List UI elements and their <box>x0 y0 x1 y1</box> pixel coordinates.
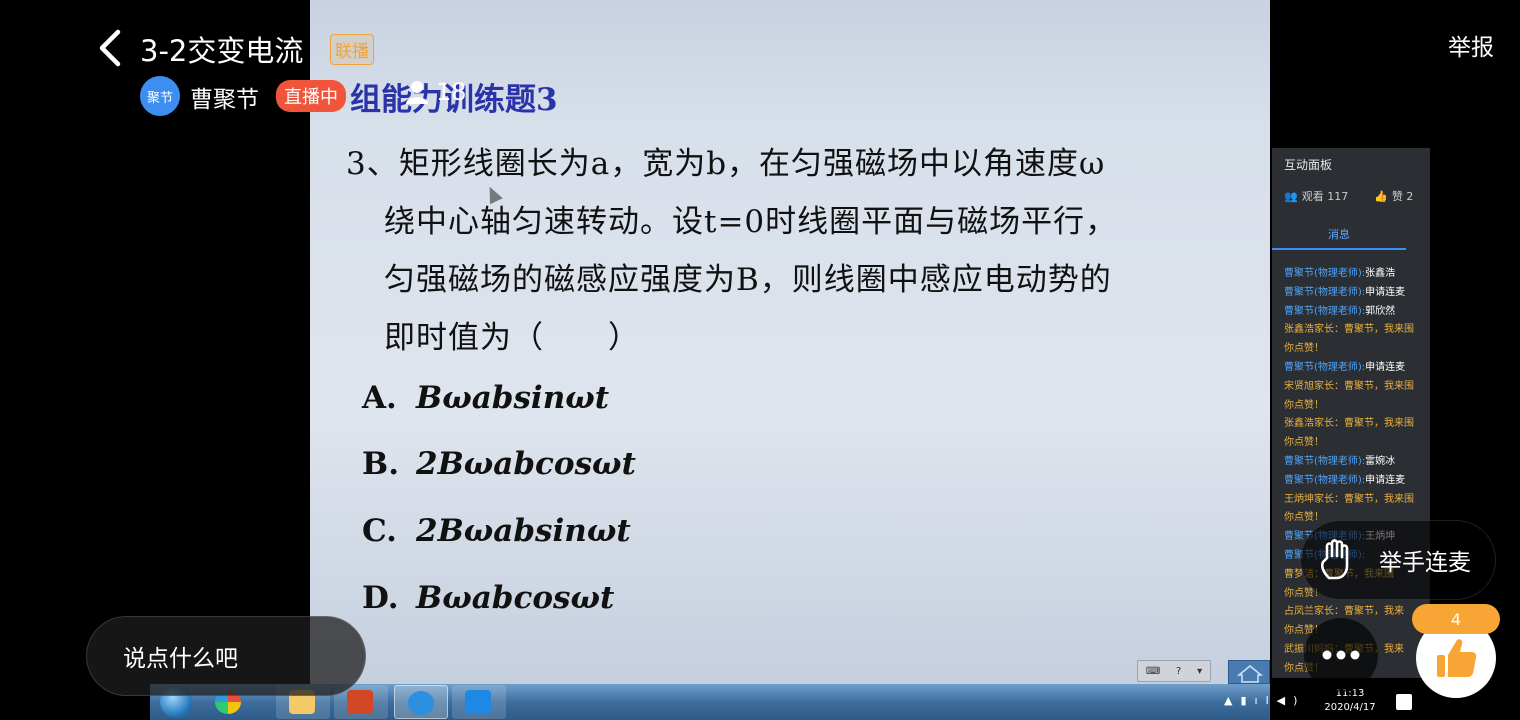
thumbs-up-icon <box>1437 639 1477 677</box>
taskbar-app-live[interactable] <box>452 685 506 719</box>
live-app-icon <box>465 690 491 714</box>
back-button[interactable] <box>94 28 128 68</box>
question-line-4: 即时值为（ ） <box>384 320 640 356</box>
host-name[interactable]: 曹聚节 <box>190 80 259 114</box>
options-icon: ▾ <box>1197 665 1203 677</box>
person-icon <box>406 81 428 104</box>
report-button[interactable]: 举报 <box>1448 28 1494 62</box>
home-button[interactable] <box>1228 660 1270 684</box>
option-letter: D. <box>362 580 399 616</box>
taskbar-app-browser[interactable] <box>394 685 448 719</box>
likes-label: 赞 2 <box>1391 190 1414 203</box>
avatar[interactable]: 聚节 <box>140 76 180 116</box>
panel-stats: 👥 观看 117 👍 赞 2 <box>1284 188 1430 204</box>
message-sender: 曹聚节(物理老师): <box>1284 474 1366 486</box>
viewers-stat: 👥 观看 117 <box>1284 188 1348 204</box>
keyboard-icon: ⌨ <box>1145 665 1161 677</box>
message-text: 曹聚节，我来围 <box>1344 324 1414 336</box>
message-text: 申请连麦 <box>1365 286 1406 298</box>
raised-hand-icon <box>1320 539 1349 580</box>
message-sender: 占凤兰家长： <box>1284 606 1344 618</box>
message-text: 申请连麦 <box>1365 361 1406 373</box>
list-item: 曹聚节(物理老师):申请连麦 <box>1284 472 1430 491</box>
language-bar[interactable]: ⌨ ? ▾ <box>1137 660 1211 682</box>
message-text: 曹聚节，我来围 <box>1344 493 1414 505</box>
message-sender: 曹聚节(物理老师): <box>1284 268 1366 279</box>
question-line-2: 绕中心轴匀速转动。设t=0时线圈平面与磁场平行， <box>384 204 1118 240</box>
powerpoint-icon <box>347 690 373 714</box>
message-text-continued: 你点赞！ <box>1284 399 1324 411</box>
option-b: B. 2Bωabcosωt <box>362 446 636 482</box>
comment-input[interactable]: 说点什么吧 <box>86 616 366 696</box>
live-status-badge: 直播中 <box>276 80 346 112</box>
message-sender: 曹聚节(物理老师): <box>1284 305 1366 317</box>
battery-icon: ▮ <box>1240 694 1255 707</box>
joint-broadcast-badge: 联播 <box>330 34 374 65</box>
list-item: 曹聚节(物理老师):郭欣然 <box>1284 303 1430 322</box>
message-text: 郭欣然 <box>1365 305 1396 317</box>
message-text: 雷婉冰 <box>1365 455 1396 467</box>
likes-stat[interactable]: 👍 赞 2 <box>1374 188 1413 204</box>
viewer-count: 18 <box>436 78 467 106</box>
option-letter: A. <box>362 380 397 416</box>
browser-icon <box>408 691 434 715</box>
thumbs-up-icon: 👍 <box>1374 190 1388 203</box>
signal-icon: ıl <box>1254 694 1277 707</box>
raise-hand-label: 举手连麦 <box>1379 550 1471 576</box>
action-center-icon[interactable] <box>1396 694 1412 710</box>
list-item: 宋贤旭家长：曹聚节，我来围你点赞！ <box>1284 378 1430 416</box>
room-title: 3-2交变电流 <box>140 34 304 68</box>
option-letter: C. <box>362 513 397 549</box>
list-item: 曹聚节(物理老师):申请连麦 <box>1284 359 1430 378</box>
message-text: 张鑫浩 <box>1365 268 1396 279</box>
message-sender: 宋贤旭家长： <box>1284 380 1344 392</box>
option-formula: 2Bωabsinωt <box>416 513 631 549</box>
option-a: A. Bωabsinωt <box>362 380 609 416</box>
list-item: 曹聚节(物理老师):张鑫浩 <box>1284 265 1430 284</box>
list-item: 曹聚节(物理老师):雷婉冰 <box>1284 453 1430 472</box>
message-text: 曹聚节，我来围 <box>1344 380 1414 392</box>
option-formula: Bωabsinωt <box>416 380 610 416</box>
tray-expand-icon: ▲ <box>1224 694 1241 707</box>
option-d: D. Bωabcosωt <box>362 580 614 616</box>
viewers-label: 观看 117 <box>1301 190 1349 203</box>
message-sender: 张鑫浩家长： <box>1284 324 1344 336</box>
question-line-1: 3、矩形线圈长为a，宽为b，在匀强磁场中以角速度ω <box>346 146 1106 182</box>
more-button[interactable] <box>1304 618 1378 692</box>
system-tray[interactable]: ▲▮ıl◀) <box>1224 694 1305 707</box>
message-sender: 王炳坤家长： <box>1284 493 1344 505</box>
raise-hand-button[interactable]: 举手连麦 <box>1300 520 1496 600</box>
list-item: 张鑫浩家长：曹聚节，我来围你点赞！ <box>1284 415 1430 453</box>
message-text: 曹聚节，我来 <box>1344 606 1404 618</box>
message-sender: 曹聚节(物理老师): <box>1284 286 1366 298</box>
message-text: 曹聚节，我来围 <box>1344 418 1414 430</box>
message-text-continued: 你点赞！ <box>1284 437 1324 449</box>
home-icon <box>1236 665 1264 683</box>
message-sender: 张鑫浩家长： <box>1284 418 1344 430</box>
viewers-icon: 👥 <box>1284 190 1298 203</box>
tab-indicator <box>1272 248 1406 250</box>
message-text-continued: 你点赞！ <box>1284 343 1324 355</box>
option-c: C. 2Bωabsinωt <box>362 513 631 549</box>
tab-messages[interactable]: 消息 <box>1272 226 1406 242</box>
question-line-3: 匀强磁场的磁感应强度为B，则线圈中感应电动势的 <box>384 262 1112 298</box>
help-icon: ? <box>1176 665 1182 677</box>
volume-icon: ◀) <box>1276 694 1306 707</box>
message-text: 申请连麦 <box>1365 474 1406 486</box>
message-sender: 曹聚节(物理老师): <box>1284 361 1366 373</box>
taskbar-clock[interactable]: 11:13 2020/4/17 <box>1315 687 1385 715</box>
list-item: 曹聚节(物理老师):申请连麦 <box>1284 284 1430 303</box>
option-letter: B. <box>362 446 399 482</box>
list-item: 张鑫浩家长：曹聚节，我来围你点赞！ <box>1284 321 1430 359</box>
like-count-badge: 4 <box>1412 604 1500 634</box>
message-list[interactable]: 曹聚节(物理老师):张鑫浩 曹聚节(物理老师):申请连麦 曹聚节(物理老师):郭欣然… <box>1284 265 1430 678</box>
option-formula: 2Bωabcosωt <box>416 446 636 482</box>
clock-date: 2020/4/17 <box>1324 702 1376 713</box>
panel-title: 互动面板 <box>1284 158 1333 172</box>
message-sender: 曹聚节(物理老师): <box>1284 455 1366 467</box>
option-formula: Bωabcosωt <box>416 580 615 616</box>
viewer-count-chip: 18 <box>404 78 467 106</box>
more-dots-icon <box>1322 650 1360 660</box>
